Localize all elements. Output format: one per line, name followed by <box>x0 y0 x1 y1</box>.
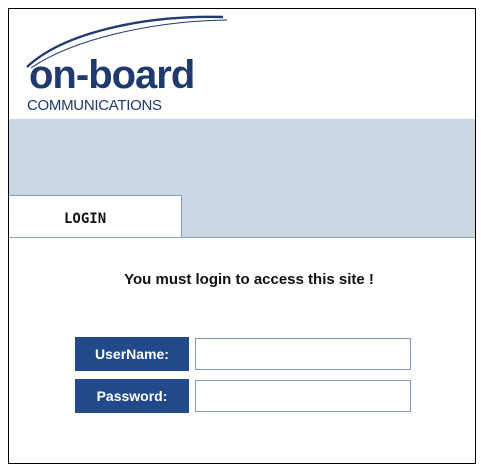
tab-login-label: LOGIN <box>64 210 107 227</box>
logo-subtitle: COMMUNICATIONS <box>27 97 162 114</box>
password-label: Password: <box>75 379 189 413</box>
tab-bar: LOGIN <box>9 195 475 238</box>
header-banner <box>9 119 475 195</box>
password-input[interactable] <box>195 380 411 412</box>
login-required-message: You must login to access this site ! <box>124 271 374 288</box>
username-input[interactable] <box>195 338 411 370</box>
tab-login[interactable]: LOGIN <box>9 195 182 237</box>
header-logo-area: on-board COMMUNICATIONS <box>9 9 475 119</box>
username-label: UserName: <box>75 337 189 371</box>
logo-wordmark: on-board <box>29 53 195 97</box>
login-page-frame: on-board COMMUNICATIONS LOGIN You must l… <box>8 8 476 464</box>
